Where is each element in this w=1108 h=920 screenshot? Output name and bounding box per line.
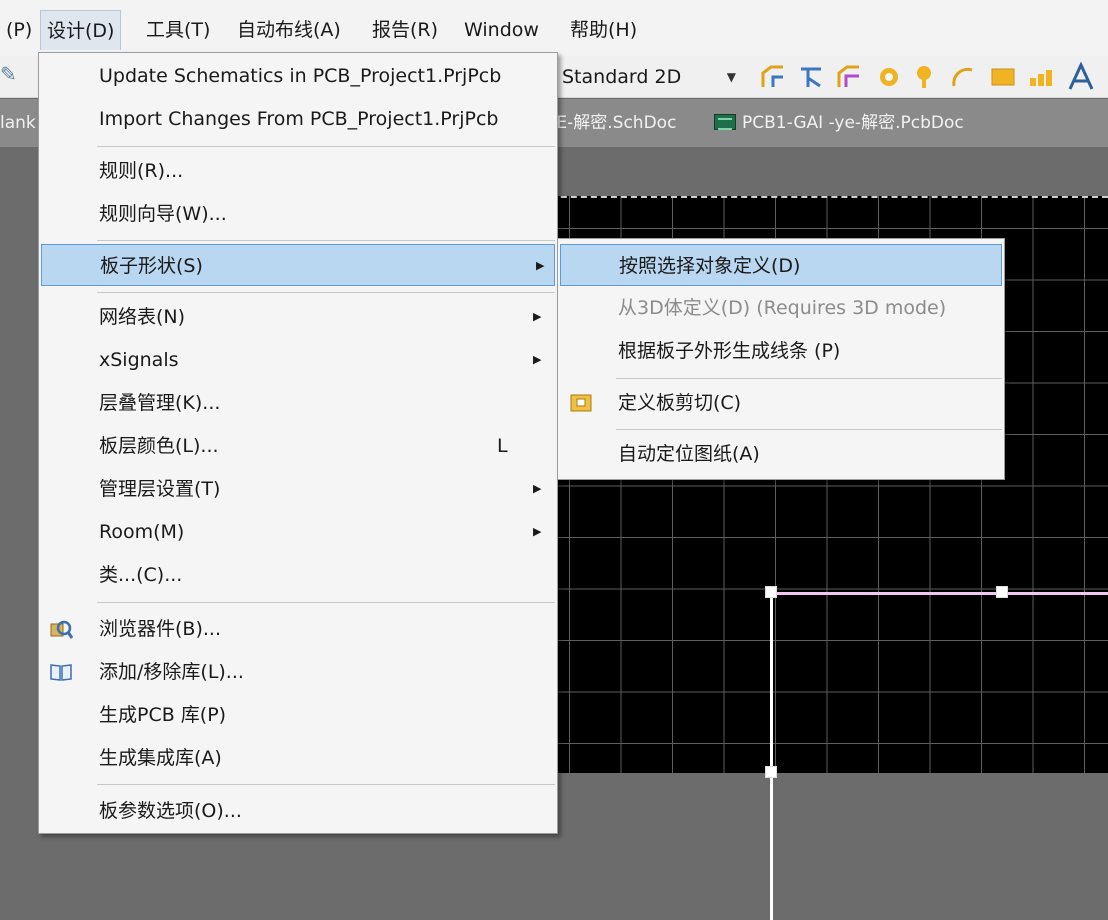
board-vertex-handle[interactable] — [996, 586, 1008, 598]
tab-pcbdoc[interactable]: PCB1-GAI -ye-解密.PcbDoc — [714, 109, 964, 137]
menu-bar: (P) 设计(D) 工具(T) 自动布线(A) 报告(R) Window 帮助(… — [0, 0, 1108, 56]
tab-pcbdoc-label: PCB1-GAI -ye-解密.PcbDoc — [742, 113, 964, 133]
menu-item-xsignals[interactable]: xSignals ▶ — [39, 339, 557, 381]
chevron-down-icon: ▼ — [726, 70, 736, 84]
submenu-item-define-from-selected[interactable]: 按照选择对象定义(D) — [560, 244, 1002, 286]
submenu-arrow-icon: ▶ — [533, 525, 542, 538]
menu-item-make-integrated-library[interactable]: 生成集成库(A) — [39, 737, 557, 779]
menu-separator — [97, 292, 555, 293]
board-shape-submenu: 按照选择对象定义(D) 从3D体定义(D) (Requires 3D mode)… — [557, 238, 1005, 480]
menu-item-make-pcb-library[interactable]: 生成PCB 库(P) — [39, 694, 557, 736]
submenu-item-auto-position-sheet[interactable]: 自动定位图纸(A) — [558, 433, 1004, 475]
arc-icon[interactable] — [950, 64, 976, 90]
tab-blank-doc[interactable]: lank — [0, 109, 36, 137]
view-mode-value: Standard 2D — [562, 66, 682, 88]
tab-schdoc[interactable]: YE-解密.SchDoc — [546, 109, 676, 137]
submenu-arrow-icon: ▶ — [536, 259, 545, 272]
menu-separator — [97, 146, 555, 147]
menu-separator — [97, 240, 555, 241]
fill-icon[interactable] — [990, 64, 1016, 90]
submenu-arrow-icon: ▶ — [533, 482, 542, 495]
design-menu-dropdown: Update Schematics in PCB_Project1.PrjPcb… — [38, 52, 558, 834]
menu-project-fragment[interactable]: (P) — [0, 10, 38, 50]
submenu-arrow-icon: ▶ — [533, 353, 542, 366]
pad-icon[interactable] — [912, 64, 938, 90]
menu-item-layer-set-manager[interactable]: 管理层设置(T) ▶ — [39, 468, 557, 510]
menu-item-classes[interactable]: 类...(C)... — [39, 554, 557, 596]
submenu-arrow-icon: ▶ — [533, 310, 542, 323]
menu-item-board-shape[interactable]: 板子形状(S) ▶ — [41, 244, 555, 286]
view-mode-select[interactable]: Standard 2D ▼ — [556, 60, 742, 94]
menu-window[interactable]: Window — [458, 10, 545, 50]
menu-design[interactable]: 设计(D) — [40, 10, 122, 50]
menu-separator — [97, 784, 555, 785]
menu-item-update-schematics[interactable]: Update Schematics in PCB_Project1.PrjPcb — [39, 55, 557, 97]
menu-tools[interactable]: 工具(T) — [140, 10, 216, 50]
route-tee-icon[interactable] — [798, 64, 824, 90]
menu-autoroute[interactable]: 自动布线(A) — [231, 10, 347, 50]
submenu-item-create-primitives-from-shape[interactable]: 根据板子外形生成线条 (P) — [558, 330, 1004, 372]
menu-item-room[interactable]: Room(M) ▶ — [39, 511, 557, 553]
board-vertex-handle[interactable] — [765, 766, 777, 778]
menu-item-browse-components[interactable]: 浏览器件(B)... — [39, 608, 557, 650]
menu-item-rules-wizard[interactable]: 规则向导(W)... — [39, 193, 557, 235]
submenu-item-define-from-3d: 从3D体定义(D) (Requires 3D mode) — [618, 297, 947, 319]
toolbar-tool-icon[interactable]: ✎ — [0, 62, 17, 86]
browse-components-icon — [50, 620, 73, 639]
route-diff-icon[interactable] — [836, 64, 862, 90]
route-net-icon[interactable] — [760, 64, 786, 90]
board-vertex-handle[interactable] — [765, 586, 777, 598]
region-icon[interactable] — [1028, 64, 1054, 90]
menu-item-add-remove-library[interactable]: 添加/移除库(L)... — [39, 651, 557, 693]
menu-separator — [616, 429, 1002, 430]
menu-reports[interactable]: 报告(R) — [366, 10, 444, 50]
via-icon[interactable] — [876, 64, 902, 90]
submenu-item-define-board-cutout[interactable]: 定义板剪切(C) — [558, 382, 1004, 424]
shortcut-key: L — [497, 435, 508, 457]
menu-item-rules[interactable]: 规则(R)... — [39, 150, 557, 192]
board-outline-left-edge[interactable] — [770, 592, 773, 920]
menu-item-board-options[interactable]: 板参数选项(O)... — [39, 790, 557, 832]
text-icon[interactable] — [1066, 62, 1096, 92]
pcb-document-icon — [714, 114, 736, 130]
menu-item-board-layer-colors[interactable]: 板层颜色(L)... L — [39, 425, 557, 467]
menu-separator — [616, 378, 1002, 379]
menu-item-netlist[interactable]: 网络表(N) ▶ — [39, 296, 557, 338]
menu-help[interactable]: 帮助(H) — [564, 10, 643, 50]
board-outline-top-edge[interactable] — [772, 592, 1108, 595]
board-cutout-icon — [570, 394, 592, 412]
menu-item-layer-stack-manager[interactable]: 层叠管理(K)... — [39, 382, 557, 424]
menu-item-import-changes[interactable]: Import Changes From PCB_Project1.PrjPcb — [39, 98, 557, 140]
library-book-icon — [50, 664, 72, 681]
menu-separator — [97, 602, 555, 603]
